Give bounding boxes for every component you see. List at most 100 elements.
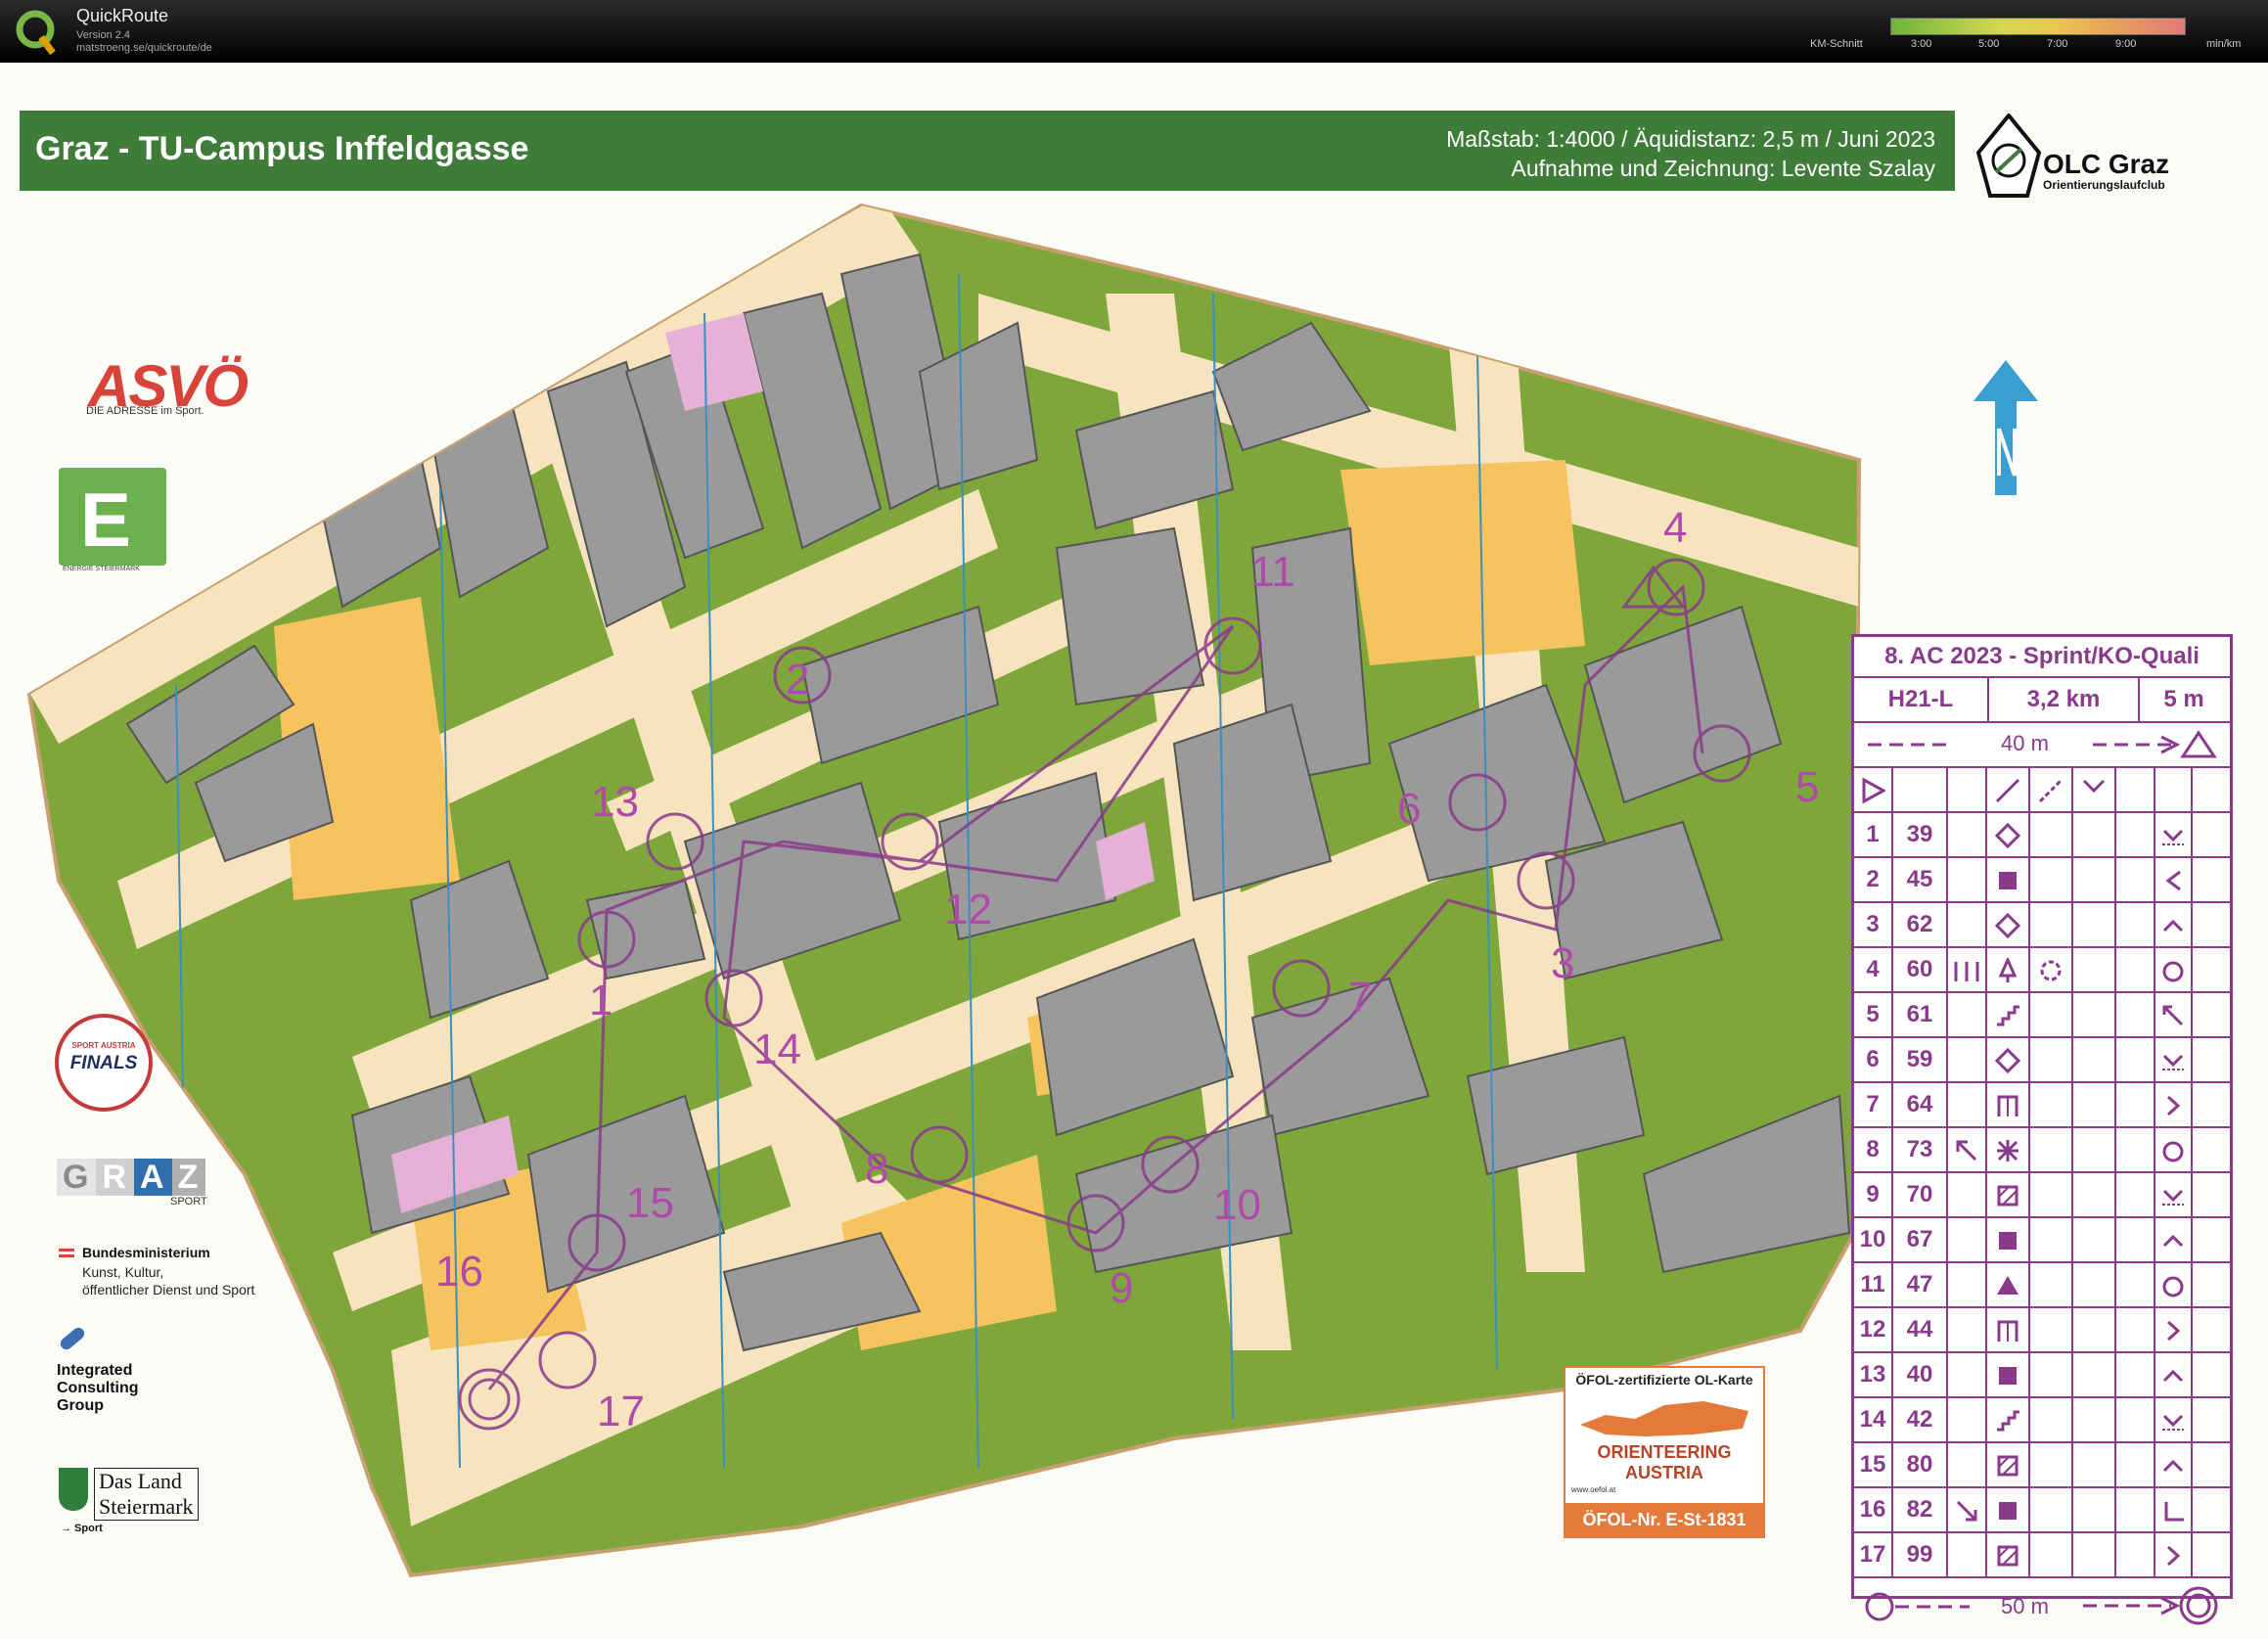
east-icon bbox=[2155, 1308, 2193, 1351]
cd-other bbox=[2193, 1398, 2226, 1441]
cd-control-row: 1 39 bbox=[1854, 813, 2230, 858]
cd-dimension bbox=[2116, 1038, 2155, 1081]
north-west-icon bbox=[2155, 993, 2193, 1036]
cd-col-other bbox=[2193, 768, 2226, 811]
cd-other bbox=[2193, 813, 2226, 856]
control-number-10: 10 bbox=[1213, 1181, 1261, 1229]
cd-dimension bbox=[2116, 1218, 2155, 1261]
gate-icon bbox=[1987, 1308, 2030, 1351]
land-line: Das Land bbox=[99, 1469, 182, 1493]
cd-control-code: 64 bbox=[1893, 1083, 1948, 1126]
compass-icon bbox=[1976, 114, 2041, 198]
cd-control-row: 16 82 bbox=[1854, 1488, 2230, 1533]
cd-col-location bbox=[2155, 768, 2193, 811]
cd-detail bbox=[2073, 1443, 2116, 1486]
cd-control-row: 11 47 bbox=[1854, 1263, 2230, 1308]
cd-control-number: 11 bbox=[1854, 1263, 1893, 1306]
cd-which-feature bbox=[1948, 1173, 1987, 1216]
cd-dimension bbox=[2116, 858, 2155, 901]
finals-top-text: SPORT AUSTRIA bbox=[71, 1041, 136, 1050]
cd-which-feature bbox=[1948, 1128, 1987, 1171]
cd-other bbox=[2193, 1173, 2226, 1216]
cd-control-number: 13 bbox=[1854, 1353, 1893, 1396]
cd-course-info: H21-L 3,2 km 5 m bbox=[1854, 678, 2230, 723]
cd-finish-distance: 50 m bbox=[2001, 1594, 2049, 1618]
special-icon bbox=[1987, 1128, 2030, 1171]
marked-route-to-start-icon bbox=[2093, 730, 2217, 758]
oefol-certificate: ÖFOL-zertifizierte OL-Karte ORIENTEERING… bbox=[1564, 1366, 1765, 1538]
cd-control-code: 73 bbox=[1893, 1128, 1948, 1171]
feature-slash-icon bbox=[1987, 768, 2030, 811]
finish-double-circle-icon bbox=[2083, 1586, 2218, 1625]
cd-control-row: 7 64 bbox=[1854, 1083, 2230, 1128]
cd-appearance bbox=[2030, 1398, 2073, 1441]
cd-other bbox=[2193, 1218, 2226, 1261]
cd-detail bbox=[2073, 993, 2116, 1036]
cd-control-number: 15 bbox=[1854, 1443, 1893, 1486]
cd-dimension bbox=[2116, 1488, 2155, 1531]
land-steiermark-logo: Das Land Steiermark bbox=[94, 1468, 199, 1521]
cd-appearance bbox=[2030, 903, 2073, 946]
cd-which-feature bbox=[1948, 1353, 1987, 1396]
cd-control-code: 45 bbox=[1893, 858, 1948, 901]
cd-control-number: 9 bbox=[1854, 1173, 1893, 1216]
cd-appearance bbox=[2030, 858, 2073, 901]
cd-control-row: 5 61 bbox=[1854, 993, 2230, 1038]
south-west-icon bbox=[2155, 1488, 2193, 1531]
cd-other bbox=[2193, 1533, 2226, 1576]
asvo-slogan: DIE ADRESSE im Sport. bbox=[86, 405, 204, 417]
cd-which-feature bbox=[1948, 993, 1987, 1036]
cd-which-feature bbox=[1948, 1488, 1987, 1531]
cd-dimension bbox=[2116, 1263, 2155, 1306]
cd-other bbox=[2193, 1353, 2226, 1396]
cd-control-code: 62 bbox=[1893, 903, 1948, 946]
north-icon bbox=[2155, 1443, 2193, 1486]
oefol-url: www.oefol.at bbox=[1571, 1485, 1616, 1494]
cd-detail bbox=[2073, 1128, 2116, 1171]
part-icon bbox=[2155, 948, 2193, 991]
oefol-orienteering-austria: ORIENTEERING AUSTRIA bbox=[1597, 1442, 1732, 1482]
cd-detail bbox=[2073, 813, 2116, 856]
icg-line: Group bbox=[57, 1397, 104, 1414]
cd-appearance bbox=[2030, 1218, 2073, 1261]
cd-appearance bbox=[2030, 1443, 2073, 1486]
cd-detail bbox=[2073, 903, 2116, 946]
cd-control-code: 44 bbox=[1893, 1308, 1948, 1351]
cd-control-number: 10 bbox=[1854, 1218, 1893, 1261]
cd-control-row: 13 40 bbox=[1854, 1353, 2230, 1398]
cd-control-code: 42 bbox=[1893, 1398, 1948, 1441]
control-description-sheet: 8. AC 2023 - Sprint/KO-Quali H21-L 3,2 k… bbox=[1851, 634, 2233, 1625]
detail-y-icon bbox=[2073, 768, 2116, 811]
cd-appearance bbox=[2030, 1038, 2073, 1081]
cd-control-number: 2 bbox=[1854, 858, 1893, 901]
cd-control-number: 3 bbox=[1854, 903, 1893, 946]
cd-dimension bbox=[2116, 1083, 2155, 1126]
graz-letter: R bbox=[96, 1159, 135, 1196]
cd-dimension bbox=[2116, 1308, 2155, 1351]
cd-control-code: 40 bbox=[1893, 1353, 1948, 1396]
cd-col-code bbox=[1893, 768, 1948, 811]
cd-title: 8. AC 2023 - Sprint/KO-Quali bbox=[1854, 637, 2230, 678]
stairs-icon bbox=[1987, 993, 2030, 1036]
cd-control-code: 39 bbox=[1893, 813, 1948, 856]
south-icon bbox=[2155, 1398, 2193, 1441]
cd-detail bbox=[2073, 1263, 2116, 1306]
icg-line: Integrated bbox=[57, 1362, 133, 1379]
cd-detail bbox=[2073, 1173, 2116, 1216]
cd-start-marking: 40 m bbox=[1854, 723, 2230, 768]
cd-control-row: 15 80 bbox=[1854, 1443, 2230, 1488]
south-icon bbox=[2155, 1173, 2193, 1216]
cd-control-row: 4 60 bbox=[1854, 948, 2230, 993]
steiermark-crest-icon bbox=[59, 1468, 88, 1511]
finish-route-start-icon bbox=[1865, 1592, 1970, 1621]
control-number-13: 13 bbox=[591, 778, 639, 826]
diamond-icon bbox=[1987, 903, 2030, 946]
finals-text: FINALS bbox=[69, 1053, 138, 1073]
cd-control-row: 6 59 bbox=[1854, 1038, 2230, 1083]
map-title-banner: Graz - TU-Campus Inffeldgasse Maßstab: 1… bbox=[20, 111, 1955, 191]
cd-control-number: 8 bbox=[1854, 1128, 1893, 1171]
triangle-icon bbox=[1987, 1263, 2030, 1306]
cd-control-row: 3 62 bbox=[1854, 903, 2230, 948]
graz-sport-logo: GRAZ bbox=[57, 1159, 206, 1197]
south-icon bbox=[2155, 813, 2193, 856]
